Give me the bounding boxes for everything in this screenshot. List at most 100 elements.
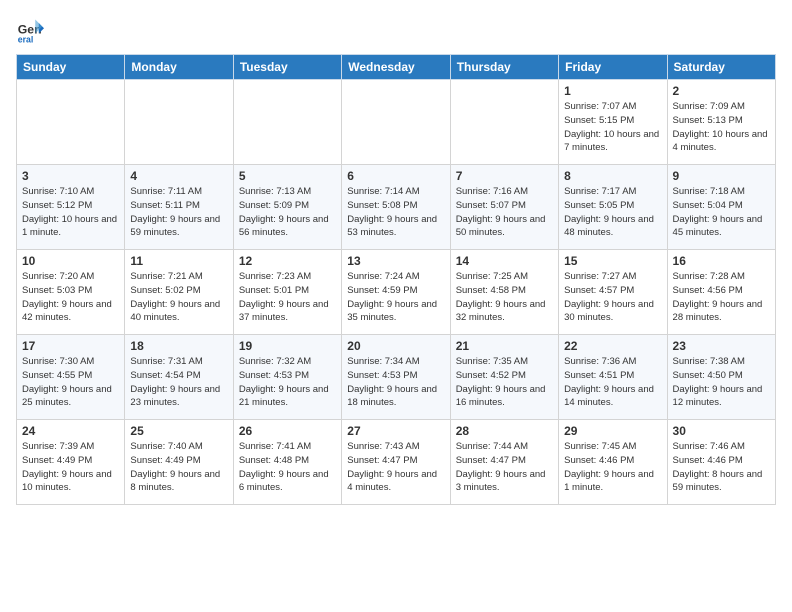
day-number: 29 [564, 424, 661, 438]
calendar-cell: 5 Sunrise: 7:13 AM Sunset: 5:09 PM Daylig… [233, 165, 341, 250]
day-number: 2 [673, 84, 770, 98]
day-info: Sunrise: 7:10 AM Sunset: 5:12 PM Dayligh… [22, 185, 119, 240]
page-header: Gen eral [16, 16, 776, 44]
day-number: 30 [673, 424, 770, 438]
svg-text:eral: eral [18, 34, 34, 44]
calendar-cell: 28 Sunrise: 7:44 AM Sunset: 4:47 PM Dayli… [450, 420, 558, 505]
header-wednesday: Wednesday [342, 55, 450, 80]
calendar-cell: 27 Sunrise: 7:43 AM Sunset: 4:47 PM Dayli… [342, 420, 450, 505]
calendar-cell: 13 Sunrise: 7:24 AM Sunset: 4:59 PM Dayli… [342, 250, 450, 335]
day-number: 16 [673, 254, 770, 268]
calendar-cell: 18 Sunrise: 7:31 AM Sunset: 4:54 PM Dayli… [125, 335, 233, 420]
calendar-cell: 12 Sunrise: 7:23 AM Sunset: 5:01 PM Dayli… [233, 250, 341, 335]
calendar-cell [342, 80, 450, 165]
calendar-cell: 24 Sunrise: 7:39 AM Sunset: 4:49 PM Dayli… [17, 420, 125, 505]
header-sunday: Sunday [17, 55, 125, 80]
day-number: 15 [564, 254, 661, 268]
day-number: 17 [22, 339, 119, 353]
calendar-cell: 7 Sunrise: 7:16 AM Sunset: 5:07 PM Daylig… [450, 165, 558, 250]
day-info: Sunrise: 7:45 AM Sunset: 4:46 PM Dayligh… [564, 440, 661, 495]
day-number: 11 [130, 254, 227, 268]
calendar-cell: 22 Sunrise: 7:36 AM Sunset: 4:51 PM Dayli… [559, 335, 667, 420]
calendar-cell: 26 Sunrise: 7:41 AM Sunset: 4:48 PM Dayli… [233, 420, 341, 505]
day-number: 21 [456, 339, 553, 353]
calendar-week-row: 17 Sunrise: 7:30 AM Sunset: 4:55 PM Dayli… [17, 335, 776, 420]
calendar-cell: 9 Sunrise: 7:18 AM Sunset: 5:04 PM Daylig… [667, 165, 775, 250]
day-number: 9 [673, 169, 770, 183]
day-number: 1 [564, 84, 661, 98]
day-number: 28 [456, 424, 553, 438]
day-number: 7 [456, 169, 553, 183]
day-info: Sunrise: 7:14 AM Sunset: 5:08 PM Dayligh… [347, 185, 444, 240]
calendar-table: SundayMondayTuesdayWednesdayThursdayFrid… [16, 54, 776, 505]
header-thursday: Thursday [450, 55, 558, 80]
day-number: 12 [239, 254, 336, 268]
day-info: Sunrise: 7:40 AM Sunset: 4:49 PM Dayligh… [130, 440, 227, 495]
calendar-cell: 30 Sunrise: 7:46 AM Sunset: 4:46 PM Dayli… [667, 420, 775, 505]
day-info: Sunrise: 7:18 AM Sunset: 5:04 PM Dayligh… [673, 185, 770, 240]
calendar-cell: 20 Sunrise: 7:34 AM Sunset: 4:53 PM Dayli… [342, 335, 450, 420]
calendar-header-row: SundayMondayTuesdayWednesdayThursdayFrid… [17, 55, 776, 80]
day-number: 5 [239, 169, 336, 183]
calendar-cell [17, 80, 125, 165]
day-info: Sunrise: 7:24 AM Sunset: 4:59 PM Dayligh… [347, 270, 444, 325]
day-number: 8 [564, 169, 661, 183]
calendar-cell: 19Sunrise: 7:32 AM Sunset: 4:53 PM Dayli… [233, 335, 341, 420]
calendar-cell: 17 Sunrise: 7:30 AM Sunset: 4:55 PM Dayli… [17, 335, 125, 420]
calendar-week-row: 10 Sunrise: 7:20 AM Sunset: 5:03 PM Dayli… [17, 250, 776, 335]
day-number: 6 [347, 169, 444, 183]
calendar-cell: 8Sunrise: 7:17 AM Sunset: 5:05 PM Daylig… [559, 165, 667, 250]
header-monday: Monday [125, 55, 233, 80]
logo: Gen eral [16, 16, 48, 44]
day-number: 13 [347, 254, 444, 268]
day-info: Sunrise: 7:28 AM Sunset: 4:56 PM Dayligh… [673, 270, 770, 325]
day-number: 18 [130, 339, 227, 353]
day-number: 20 [347, 339, 444, 353]
day-info: Sunrise: 7:23 AM Sunset: 5:01 PM Dayligh… [239, 270, 336, 325]
day-info: Sunrise: 7:30 AM Sunset: 4:55 PM Dayligh… [22, 355, 119, 410]
calendar-cell: 10 Sunrise: 7:20 AM Sunset: 5:03 PM Dayli… [17, 250, 125, 335]
day-info: Sunrise: 7:44 AM Sunset: 4:47 PM Dayligh… [456, 440, 553, 495]
day-info: Sunrise: 7:34 AM Sunset: 4:53 PM Dayligh… [347, 355, 444, 410]
day-number: 26 [239, 424, 336, 438]
day-info: Sunrise: 7:13 AM Sunset: 5:09 PM Dayligh… [239, 185, 336, 240]
day-info: Sunrise: 7:36 AM Sunset: 4:51 PM Dayligh… [564, 355, 661, 410]
logo-icon: Gen eral [16, 16, 44, 44]
day-number: 19 [239, 339, 336, 353]
calendar-week-row: 1 Sunrise: 7:07 AM Sunset: 5:15 PM Daylig… [17, 80, 776, 165]
day-info: Sunrise: 7:41 AM Sunset: 4:48 PM Dayligh… [239, 440, 336, 495]
day-number: 4 [130, 169, 227, 183]
day-number: 14 [456, 254, 553, 268]
calendar-cell: 11 Sunrise: 7:21 AM Sunset: 5:02 PM Dayli… [125, 250, 233, 335]
calendar-cell: 23Sunrise: 7:38 AM Sunset: 4:50 PM Dayli… [667, 335, 775, 420]
day-number: 27 [347, 424, 444, 438]
calendar-cell [450, 80, 558, 165]
header-saturday: Saturday [667, 55, 775, 80]
day-number: 10 [22, 254, 119, 268]
calendar-cell: 6 Sunrise: 7:14 AM Sunset: 5:08 PM Daylig… [342, 165, 450, 250]
day-info: Sunrise: 7:27 AM Sunset: 4:57 PM Dayligh… [564, 270, 661, 325]
calendar-cell [125, 80, 233, 165]
day-number: 24 [22, 424, 119, 438]
calendar-cell: 16 Sunrise: 7:28 AM Sunset: 4:56 PM Dayli… [667, 250, 775, 335]
header-tuesday: Tuesday [233, 55, 341, 80]
calendar-cell: 21 Sunrise: 7:35 AM Sunset: 4:52 PM Dayli… [450, 335, 558, 420]
calendar-cell: 25 Sunrise: 7:40 AM Sunset: 4:49 PM Dayli… [125, 420, 233, 505]
day-info: Sunrise: 7:43 AM Sunset: 4:47 PM Dayligh… [347, 440, 444, 495]
day-number: 25 [130, 424, 227, 438]
day-number: 23 [673, 339, 770, 353]
day-info: Sunrise: 7:20 AM Sunset: 5:03 PM Dayligh… [22, 270, 119, 325]
day-info: Sunrise: 7:21 AM Sunset: 5:02 PM Dayligh… [130, 270, 227, 325]
day-info: Sunrise: 7:16 AM Sunset: 5:07 PM Dayligh… [456, 185, 553, 240]
day-info: Sunrise: 7:46 AM Sunset: 4:46 PM Dayligh… [673, 440, 770, 495]
calendar-cell: 1 Sunrise: 7:07 AM Sunset: 5:15 PM Daylig… [559, 80, 667, 165]
calendar-cell: 2Sunrise: 7:09 AM Sunset: 5:13 PM Daylig… [667, 80, 775, 165]
day-number: 3 [22, 169, 119, 183]
calendar-cell [233, 80, 341, 165]
calendar-cell: 14Sunrise: 7:25 AM Sunset: 4:58 PM Dayli… [450, 250, 558, 335]
day-info: Sunrise: 7:07 AM Sunset: 5:15 PM Dayligh… [564, 100, 661, 155]
day-info: Sunrise: 7:39 AM Sunset: 4:49 PM Dayligh… [22, 440, 119, 495]
day-info: Sunrise: 7:31 AM Sunset: 4:54 PM Dayligh… [130, 355, 227, 410]
day-info: Sunrise: 7:35 AM Sunset: 4:52 PM Dayligh… [456, 355, 553, 410]
day-number: 22 [564, 339, 661, 353]
